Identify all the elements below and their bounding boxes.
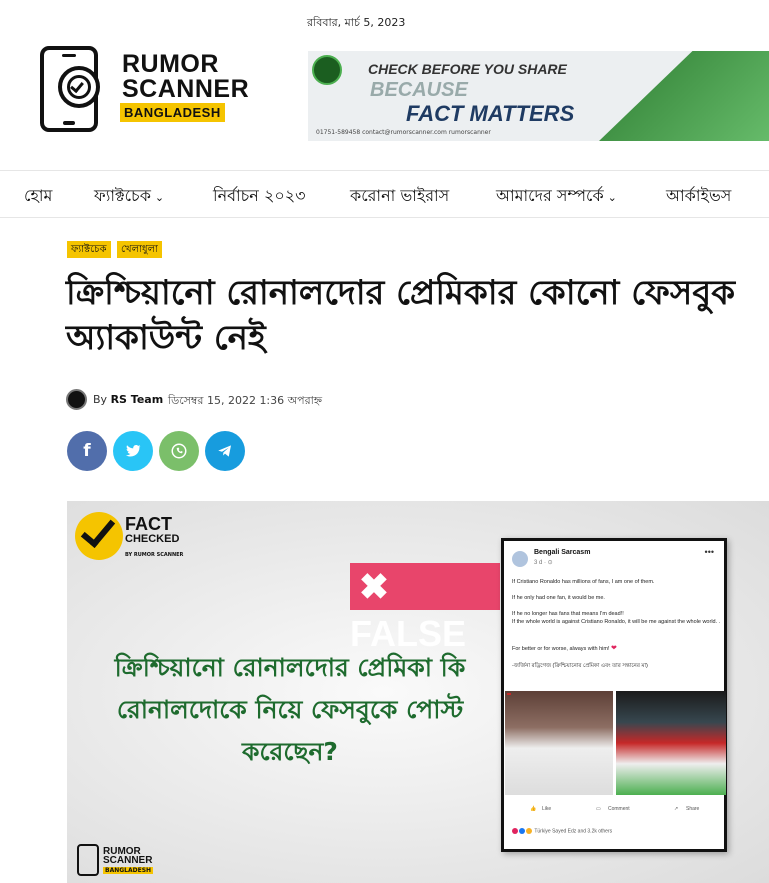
nav-item-election[interactable]: নির্বাচন ২০২৩ bbox=[213, 183, 306, 210]
share-label: Share bbox=[686, 806, 700, 812]
twitter-icon bbox=[125, 445, 141, 457]
banner-contact: 01751-589458 contact@rumorscanner.com ru… bbox=[316, 129, 491, 136]
share-facebook-button[interactable]: f bbox=[67, 431, 107, 471]
haha-reaction-icon bbox=[526, 828, 532, 834]
fact-text: FACT bbox=[125, 514, 172, 534]
post-line: For better or for worse, always with him… bbox=[512, 645, 722, 653]
banner-green-stripe bbox=[599, 51, 769, 141]
like-icon: 👍 bbox=[530, 806, 537, 812]
post-line: If he only had one fan, it would be me. bbox=[512, 595, 605, 601]
cross-icon: ✖ bbox=[358, 566, 390, 607]
photo-label bbox=[507, 693, 511, 695]
like-label: Like bbox=[542, 806, 552, 812]
fact-checked-icon bbox=[75, 511, 123, 560]
tag-sports[interactable]: খেলাধুলা bbox=[117, 241, 162, 258]
post-line: If the whole world is against Cristiano … bbox=[512, 619, 721, 625]
reactions-text: Türkiye Sayed Edz and 3.2k others bbox=[534, 828, 613, 835]
telegram-icon bbox=[218, 445, 231, 457]
logo-text-line1: RUMOR bbox=[122, 50, 219, 78]
post-photo-left bbox=[505, 691, 613, 795]
watermark-line2: SCANNER bbox=[103, 855, 153, 866]
post-time: 3 d · ⊙ bbox=[534, 560, 553, 566]
post-reactions: Türkiye Sayed Edz and 3.2k others bbox=[512, 828, 612, 834]
nav-item-home[interactable]: হোম bbox=[24, 183, 52, 210]
logo-text-line3: BANGLADESH bbox=[120, 103, 225, 122]
comment-icon: ▭ bbox=[596, 806, 601, 812]
share-telegram-button[interactable] bbox=[205, 431, 245, 471]
love-reaction-icon bbox=[512, 828, 518, 834]
by-label: By bbox=[93, 393, 108, 406]
facebook-post-screenshot: Bengali Sarcasm 3 d · ⊙ ••• If Cristiano… bbox=[501, 538, 727, 852]
post-line: If he no longer has fans that means I'm … bbox=[512, 611, 624, 617]
whatsapp-icon bbox=[171, 443, 187, 459]
author-byline: By RS Team bbox=[93, 393, 163, 406]
main-nav: হোম ফ্যাক্টচেক ⌄ নির্বাচন ২০২৩ করোনা ভাইর… bbox=[0, 170, 769, 218]
nav-item-about[interactable]: আমাদের সম্পর্কে ⌄ bbox=[496, 183, 617, 210]
phone-logo-icon bbox=[77, 844, 99, 876]
banner-line2: BECAUSE bbox=[370, 79, 468, 101]
post-avatar bbox=[512, 551, 528, 567]
post-actions: 👍 Like ▭ Comment ↗ Share bbox=[504, 803, 724, 817]
post-photo-right bbox=[616, 691, 726, 795]
post-line: If Cristiano Ronaldo has millions of fan… bbox=[512, 579, 655, 585]
banner-seal-icon bbox=[312, 55, 342, 85]
false-verdict-badge: ✖FALSE bbox=[350, 563, 500, 654]
share-icon: ↗ bbox=[674, 806, 679, 812]
author-avatar[interactable] bbox=[66, 389, 87, 410]
post-line: -জর্জিনা রড্রিগেজ (ক্রিশ্চিয়ানোর প্রেমি… bbox=[512, 663, 648, 669]
more-options-icon: ••• bbox=[704, 547, 714, 557]
heart-icon: ❤ bbox=[611, 645, 617, 652]
article-title: ক্রিশ্চিয়ানো রোনালদোর প্রেমিকার কোনো ফে… bbox=[66, 273, 736, 358]
nav-label: করোনা ভাইরাস bbox=[350, 186, 450, 205]
watermark-logo: RUMOR SCANNER BANGLADESH bbox=[77, 844, 177, 878]
chevron-down-icon: ⌄ bbox=[154, 191, 165, 204]
nav-item-corona[interactable]: করোনা ভাইরাস bbox=[350, 183, 449, 210]
comment-label: Comment bbox=[608, 806, 630, 812]
like-reaction-icon bbox=[519, 828, 525, 834]
fact-checked-by: BY RUMOR SCANNER bbox=[125, 552, 184, 558]
publish-date: ডিসেম্বর 15, 2022 1:36 অপরাহ্ন bbox=[168, 394, 323, 407]
header-date: রবিবার, মার্চ 5, 2023 bbox=[307, 16, 406, 29]
nav-label: নির্বাচন ২০২৩ bbox=[213, 186, 306, 205]
watermark-line3: BANGLADESH bbox=[103, 867, 154, 874]
featured-question: ক্রিশ্চিয়ানো রোনালদোর প্রেমিকা কি রোনাল… bbox=[114, 653, 466, 766]
site-logo[interactable]: RUMOR SCANNER BANGLADESH bbox=[40, 46, 260, 134]
featured-image: FACT CHECKED BY RUMOR SCANNER ✖FALSE ক্র… bbox=[67, 501, 769, 883]
author-name[interactable]: RS Team bbox=[111, 393, 164, 406]
nav-label: আমাদের সম্পর্কে bbox=[496, 186, 604, 205]
fact-checked-label: FACT CHECKED bbox=[125, 514, 180, 546]
check-circle-icon bbox=[58, 66, 100, 108]
banner-line3: FACT MATTERS bbox=[406, 101, 575, 126]
checked-text: CHECKED bbox=[125, 533, 180, 545]
facebook-icon: f bbox=[83, 441, 91, 461]
post-author-name: Bengali Sarcasm bbox=[534, 549, 591, 556]
nav-item-archives[interactable]: আর্কাইভস bbox=[666, 183, 731, 210]
chevron-down-icon: ⌄ bbox=[607, 191, 617, 204]
tag-factcheck[interactable]: ফ্যাক্টচেক bbox=[67, 241, 111, 258]
logo-text-line2: SCANNER bbox=[122, 75, 250, 103]
post-line-text: For better or for worse, always with him… bbox=[512, 646, 610, 652]
banner-line1: CHECK BEFORE YOU SHARE bbox=[368, 61, 567, 77]
header-banner-ad[interactable]: CHECK BEFORE YOU SHARE BECAUSE FACT MATT… bbox=[308, 51, 769, 141]
nav-label: ফ্যাক্টচেক bbox=[94, 186, 151, 205]
share-whatsapp-button[interactable] bbox=[159, 431, 199, 471]
nav-label: হোম bbox=[24, 186, 53, 205]
share-twitter-button[interactable] bbox=[113, 431, 153, 471]
nav-item-factcheck[interactable]: ফ্যাক্টচেক ⌄ bbox=[94, 183, 164, 210]
nav-label: আর্কাইভস bbox=[666, 186, 732, 205]
